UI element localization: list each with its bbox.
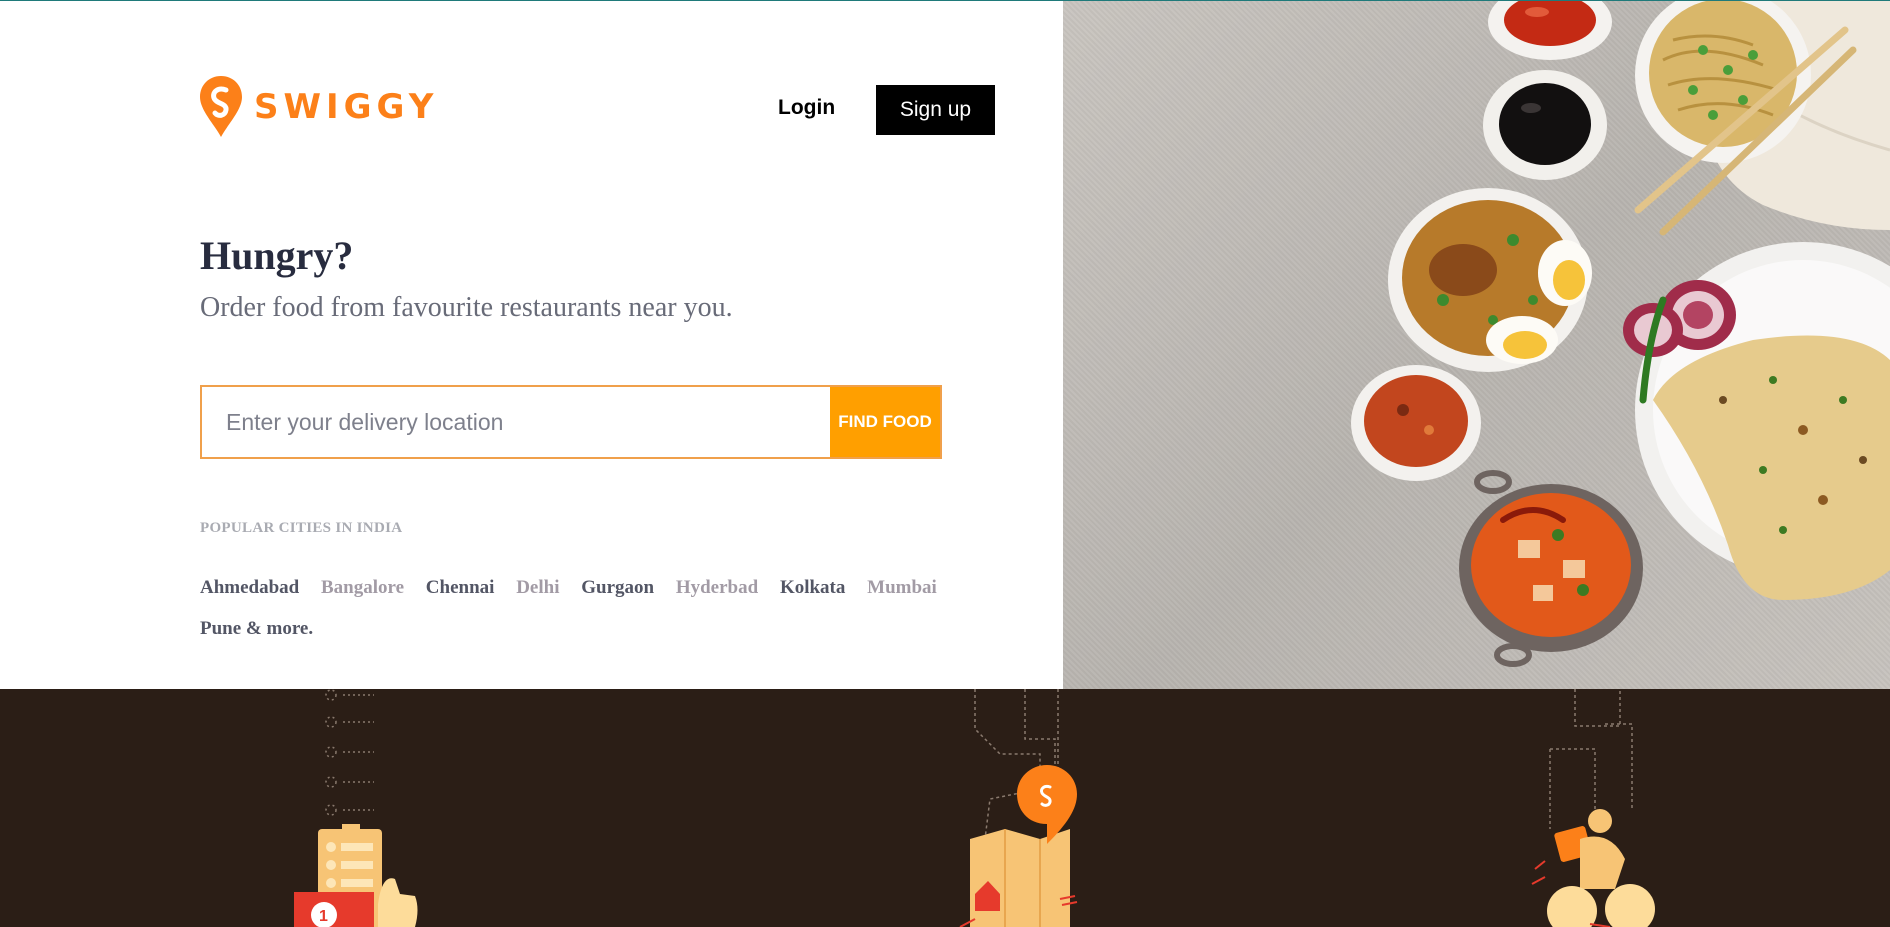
order-list-thumbs-up-icon: 1 bbox=[294, 689, 418, 927]
delivery-location-input[interactable] bbox=[202, 387, 830, 457]
city-link-gurgaon[interactable]: Gurgaon bbox=[581, 567, 654, 608]
find-food-button[interactable]: FIND FOOD bbox=[830, 387, 940, 457]
swiggy-pin-logo-icon bbox=[200, 76, 242, 137]
city-link-chennai[interactable]: Chennai bbox=[426, 567, 495, 608]
city-link-ahmedabad[interactable]: Ahmedabad bbox=[200, 567, 299, 608]
svg-text:1: 1 bbox=[319, 908, 328, 925]
food-photo bbox=[1063, 0, 1890, 689]
city-link-delhi[interactable]: Delhi bbox=[516, 567, 559, 608]
city-link-pune-more[interactable]: Pune & more. bbox=[200, 608, 313, 649]
brand-logo[interactable]: SWIGGY bbox=[200, 76, 438, 138]
paneer-curry-kadai-icon bbox=[1459, 470, 1643, 667]
chutney-bowl-icon bbox=[1351, 365, 1481, 481]
city-link-bangalore[interactable]: Bangalore bbox=[321, 567, 404, 608]
popular-cities-title: POPULAR CITIES IN INDIA bbox=[200, 520, 403, 536]
city-link-mumbai[interactable]: Mumbai bbox=[867, 567, 937, 608]
login-link[interactable]: Login bbox=[778, 96, 835, 120]
biryani-bowl-icon bbox=[1388, 188, 1592, 372]
features-band: 1 bbox=[0, 689, 1890, 927]
hero-section: SWIGGY Login Sign up Hungry? Order food … bbox=[0, 0, 1063, 689]
signup-button[interactable]: Sign up bbox=[876, 85, 995, 135]
popular-cities-list: Ahmedabad Bangalore Chennai Delhi Gurgao… bbox=[200, 567, 960, 649]
city-link-hyderbad[interactable]: Hyderbad bbox=[676, 567, 758, 608]
map-location-pin-icon bbox=[959, 689, 1078, 927]
soy-sauce-bowl-icon bbox=[1483, 70, 1607, 180]
brand-name: SWIGGY bbox=[254, 87, 439, 127]
page-subtitle: Order food from favourite restaurants ne… bbox=[200, 292, 733, 323]
page-title: Hungry? bbox=[200, 233, 354, 278]
ketchup-bowl-icon bbox=[1488, 0, 1612, 60]
delivery-rider-icon bbox=[1531, 689, 1655, 927]
top-rule bbox=[0, 0, 1890, 1]
location-search-box: FIND FOOD bbox=[200, 385, 942, 459]
city-link-kolkata[interactable]: Kolkata bbox=[780, 567, 845, 608]
